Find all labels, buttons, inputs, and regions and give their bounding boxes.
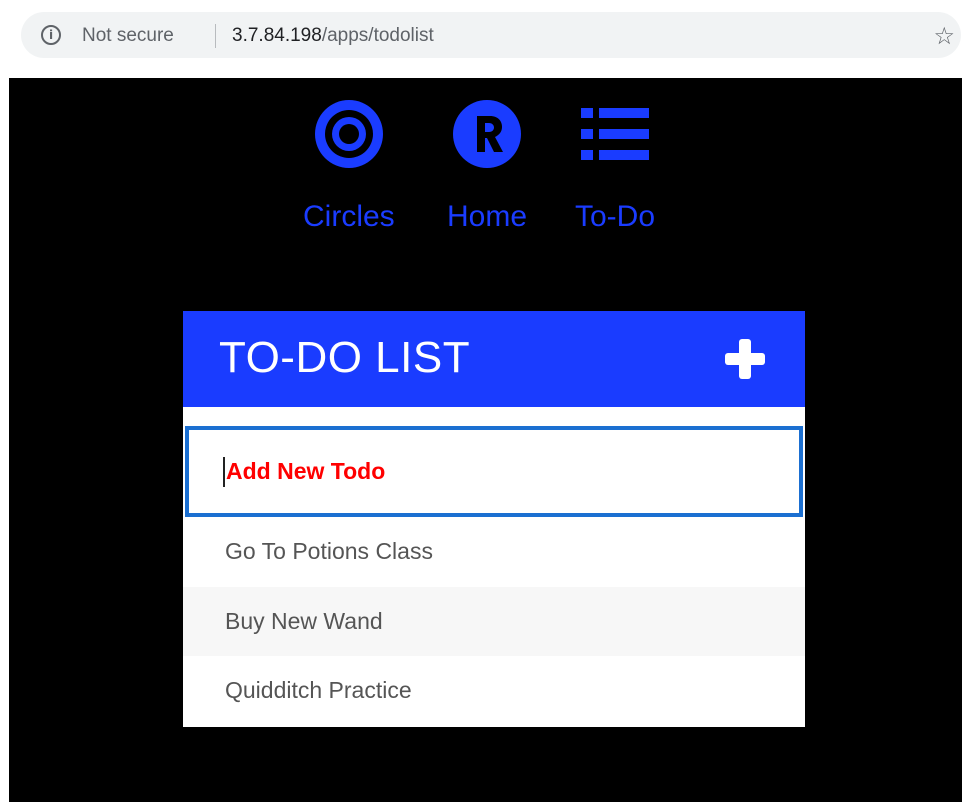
nav-label-home: Home [447, 200, 528, 233]
new-todo-input-value: Add New Todo [226, 458, 386, 484]
nav-label-circles: Circles [303, 200, 395, 233]
r-logo-icon [453, 100, 522, 168]
todo-title: TO-DO LIST [219, 333, 471, 382]
url-text[interactable]: 3.7.84.198/apps/todolist [232, 25, 434, 47]
nav-item-home[interactable]: Home [447, 100, 527, 234]
plus-icon[interactable] [725, 339, 765, 379]
text-caret [223, 456, 225, 487]
new-todo-input[interactable]: Add New Todo [185, 426, 803, 517]
list-icon [581, 108, 650, 160]
todo-item[interactable]: Buy New Wand [183, 587, 805, 656]
url-separator [215, 24, 216, 48]
todo-card: TO-DO LIST Add New Todo Go To Potions Cl… [183, 311, 805, 727]
address-bar[interactable]: i Not secure 3.7.84.198/apps/todolist ☆ [21, 12, 961, 58]
nav-label-todo: To-Do [575, 200, 656, 233]
circles-icon [314, 100, 383, 168]
url-path: /apps/todolist [321, 25, 434, 46]
nav-item-circles[interactable]: Circles [303, 100, 395, 234]
bookmark-star-icon[interactable]: ☆ [933, 22, 955, 50]
url-host: 3.7.84.198 [232, 25, 322, 46]
security-label[interactable]: Not secure [82, 25, 174, 47]
info-icon[interactable]: i [41, 25, 61, 45]
page: Circles Home To-Do TO-DO LIST Add New To… [9, 78, 962, 802]
todo-header: TO-DO LIST [183, 311, 805, 407]
todo-item[interactable]: Quidditch Practice [183, 656, 805, 725]
todo-item[interactable]: Go To Potions Class [183, 517, 805, 586]
app-nav: Circles Home To-Do [9, 78, 962, 278]
nav-item-todo[interactable]: To-Do [575, 100, 655, 234]
browser-toolbar: i Not secure 3.7.84.198/apps/todolist ☆ [9, 0, 962, 78]
window-frame-left [0, 0, 9, 802]
window-frame-right [962, 0, 966, 802]
